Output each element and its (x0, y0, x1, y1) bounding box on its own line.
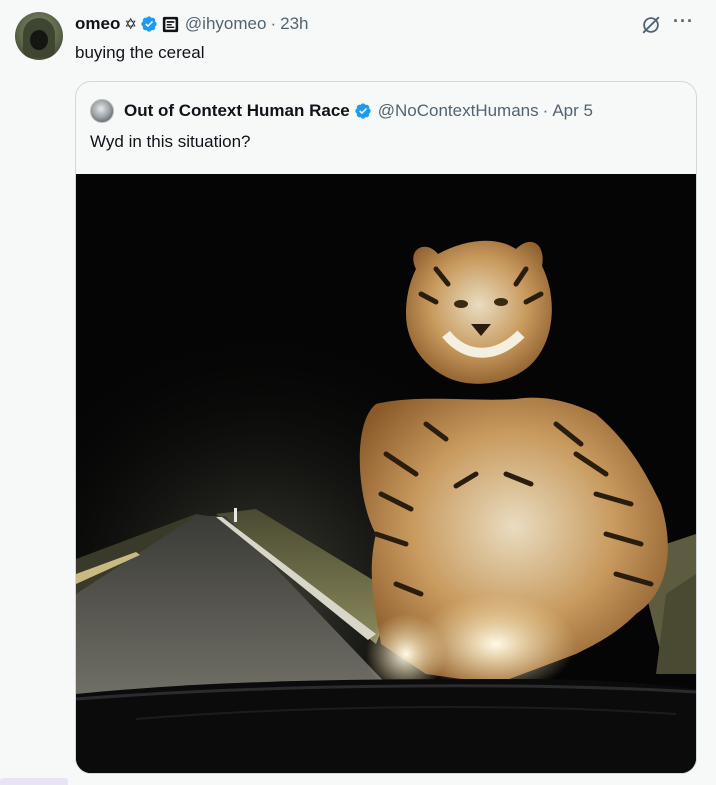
separator-dot: · (270, 14, 277, 33)
post-header: omeo ✡ @ihyomeo · 23h (75, 13, 308, 35)
separator-dot: · (542, 101, 549, 120)
avatar-face (30, 30, 48, 50)
post-time[interactable]: 23h (280, 14, 308, 34)
quoted-author-handle[interactable]: @NoContextHumans (378, 101, 539, 121)
author-name[interactable]: omeo (75, 14, 120, 34)
quoted-post-date[interactable]: Apr 5 (552, 101, 593, 121)
affiliate-badge-icon (162, 16, 179, 32)
quoted-author-avatar[interactable] (90, 99, 114, 123)
quoted-post-text: Wyd in this situation? (90, 132, 251, 151)
quoted-post[interactable]: Out of Context Human Race @NoContextHuma… (75, 81, 697, 774)
bottom-tab-fragment (0, 778, 68, 785)
grok-icon[interactable] (640, 14, 662, 36)
post-text: buying the cereal (75, 43, 205, 62)
night-road-tiger-image (76, 174, 696, 773)
author-avatar[interactable] (15, 12, 63, 60)
post[interactable]: omeo ✡ @ihyomeo · 23h ··· buying the cer… (0, 0, 716, 785)
post-image[interactable] (76, 174, 696, 773)
author-handle[interactable]: @ihyomeo (185, 14, 267, 34)
verified-badge-icon (355, 103, 371, 119)
quoted-post-header: Out of Context Human Race @NoContextHuma… (124, 99, 593, 123)
quoted-author-name[interactable]: Out of Context Human Race (124, 101, 350, 121)
more-options-icon[interactable]: ··· (673, 12, 694, 30)
verified-badge-icon (141, 16, 157, 32)
star-icon: ✡ (124, 15, 137, 33)
